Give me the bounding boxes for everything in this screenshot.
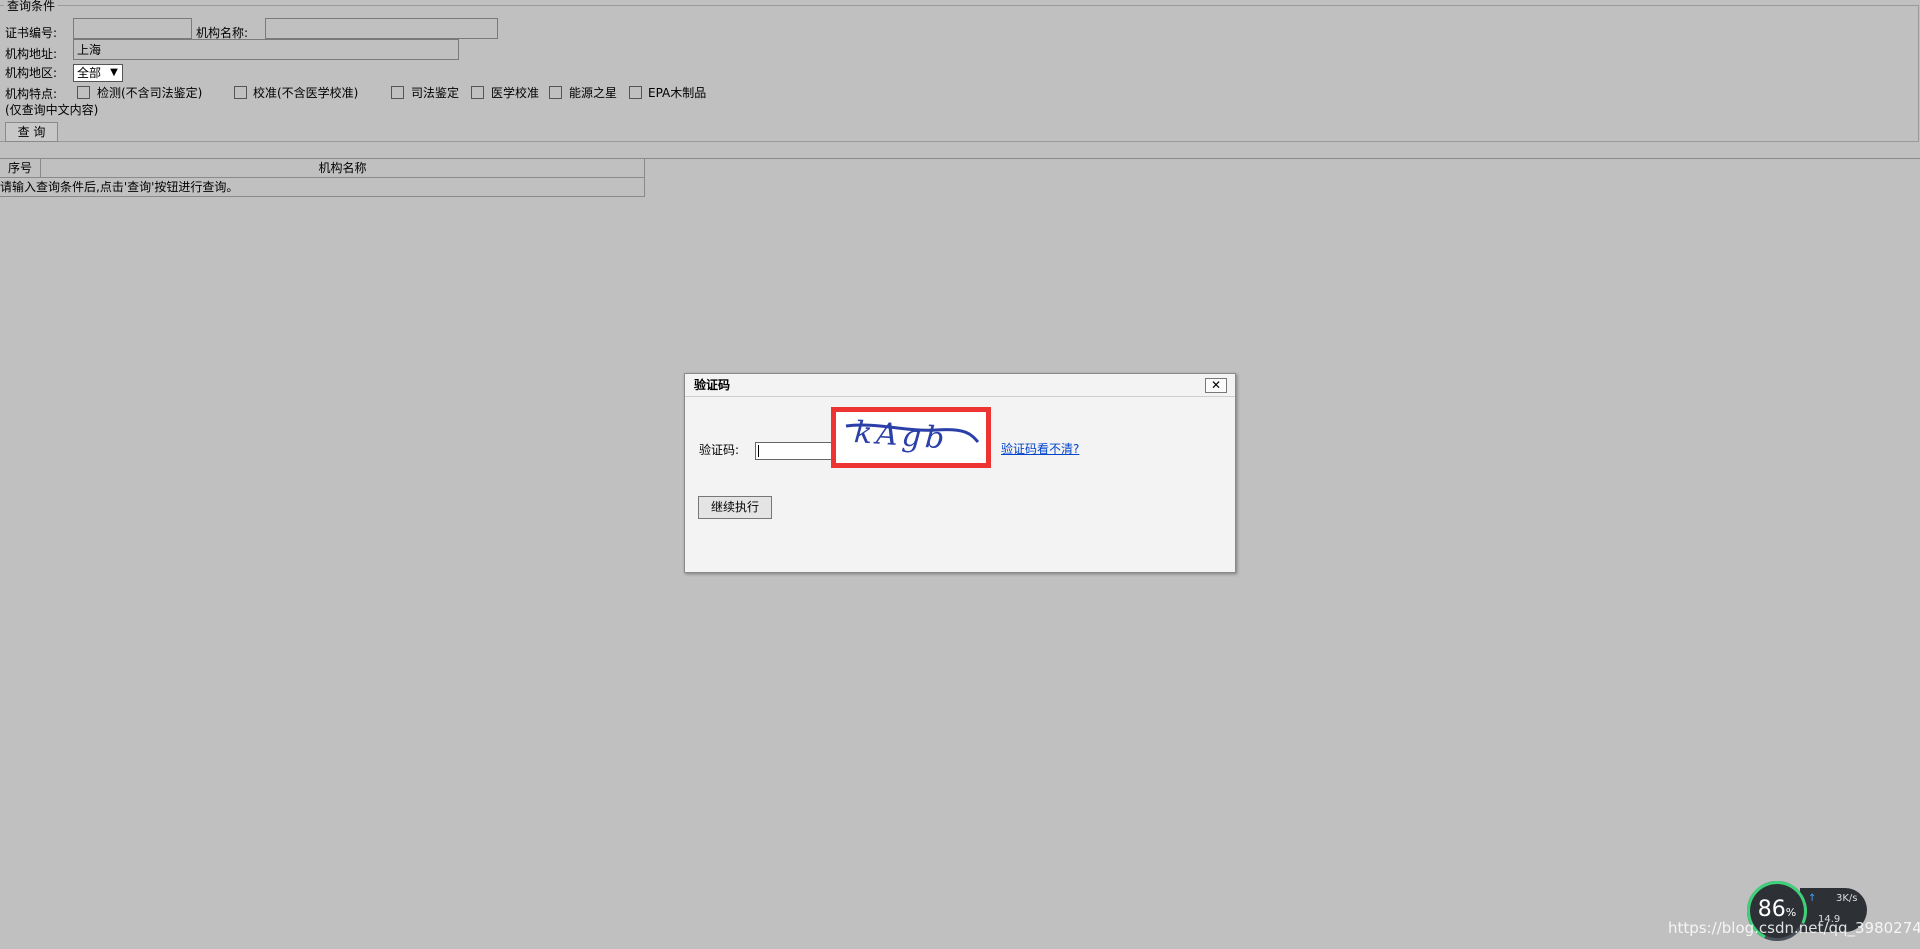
watermark: https://blog.csdn.net/qq_39802740 — [1668, 919, 1920, 937]
dialog-title: 验证码 — [685, 374, 1235, 397]
column-header-index: 序号 — [0, 159, 41, 178]
cert-no-label: 证书编号: — [5, 26, 58, 40]
region-select[interactable]: 全部 ▼ — [73, 64, 123, 82]
captcha-glyphs: kAgb — [845, 415, 980, 457]
search-button[interactable]: 查 询 — [5, 122, 58, 142]
feature-checkbox-calibration[interactable] — [234, 86, 247, 99]
org-name-input[interactable] — [265, 18, 498, 39]
close-icon: ✕ — [1210, 378, 1222, 392]
region-selected-value: 全部 — [77, 66, 102, 80]
query-legend: 查询条件 — [4, 0, 59, 13]
close-button[interactable]: ✕ — [1205, 378, 1227, 393]
text-caret — [758, 445, 759, 457]
table-row: 请输入查询条件后,点击'查询'按钮进行查询。 — [0, 178, 645, 197]
query-fieldset: 查询条件 证书编号: 机构名称: 机构地址: 机构地区: 全部 ▼ 机构特点: … — [0, 0, 1919, 142]
upload-arrow-icon: ↑ — [1808, 893, 1817, 904]
upload-speed: 3K/s — [1836, 893, 1858, 904]
feature-label-energy-star: 能源之星 — [569, 86, 618, 100]
captcha-label: 验证码: — [699, 443, 740, 457]
org-name-label: 机构名称: — [196, 26, 249, 40]
features-label: 机构特点: — [5, 87, 58, 101]
captcha-text: kAgb — [853, 415, 949, 456]
captcha-image[interactable]: kAgb — [831, 407, 991, 468]
table-header: 序号 机构名称 — [0, 158, 1920, 178]
region-label: 机构地区: — [5, 66, 58, 80]
refresh-captcha-link[interactable]: 验证码看不清? — [1001, 442, 1079, 456]
feature-label-medical: 医学校准 — [491, 86, 540, 100]
cert-no-input[interactable] — [73, 18, 192, 39]
empty-message: 请输入查询条件后,点击'查询'按钮进行查询。 — [0, 180, 239, 194]
feature-label-epa: EPA木制品 — [648, 86, 707, 100]
column-header-org-name: 机构名称 — [41, 159, 645, 178]
feature-label-testing: 检测(不含司法鉴定) — [97, 86, 203, 100]
cpu-unit: % — [1785, 906, 1797, 919]
captcha-input[interactable] — [755, 442, 835, 460]
feature-label-judicial: 司法鉴定 — [411, 86, 460, 100]
chevron-down-icon: ▼ — [110, 67, 118, 78]
feature-checkbox-medical[interactable] — [471, 86, 484, 99]
feature-checkbox-energy-star[interactable] — [549, 86, 562, 99]
address-label: 机构地址: — [5, 47, 58, 61]
feature-checkbox-testing[interactable] — [77, 86, 90, 99]
continue-button[interactable]: 继续执行 — [698, 496, 772, 519]
query-note: (仅查询中文内容) — [5, 103, 99, 117]
address-input[interactable] — [73, 39, 459, 60]
captcha-dialog: 验证码 ✕ 验证码: kAgb 验证码看不清? 继续执行 — [684, 373, 1236, 573]
feature-label-calibration: 校准(不含医学校准) — [253, 86, 359, 100]
feature-checkbox-epa[interactable] — [629, 86, 642, 99]
feature-checkbox-judicial[interactable] — [391, 86, 404, 99]
